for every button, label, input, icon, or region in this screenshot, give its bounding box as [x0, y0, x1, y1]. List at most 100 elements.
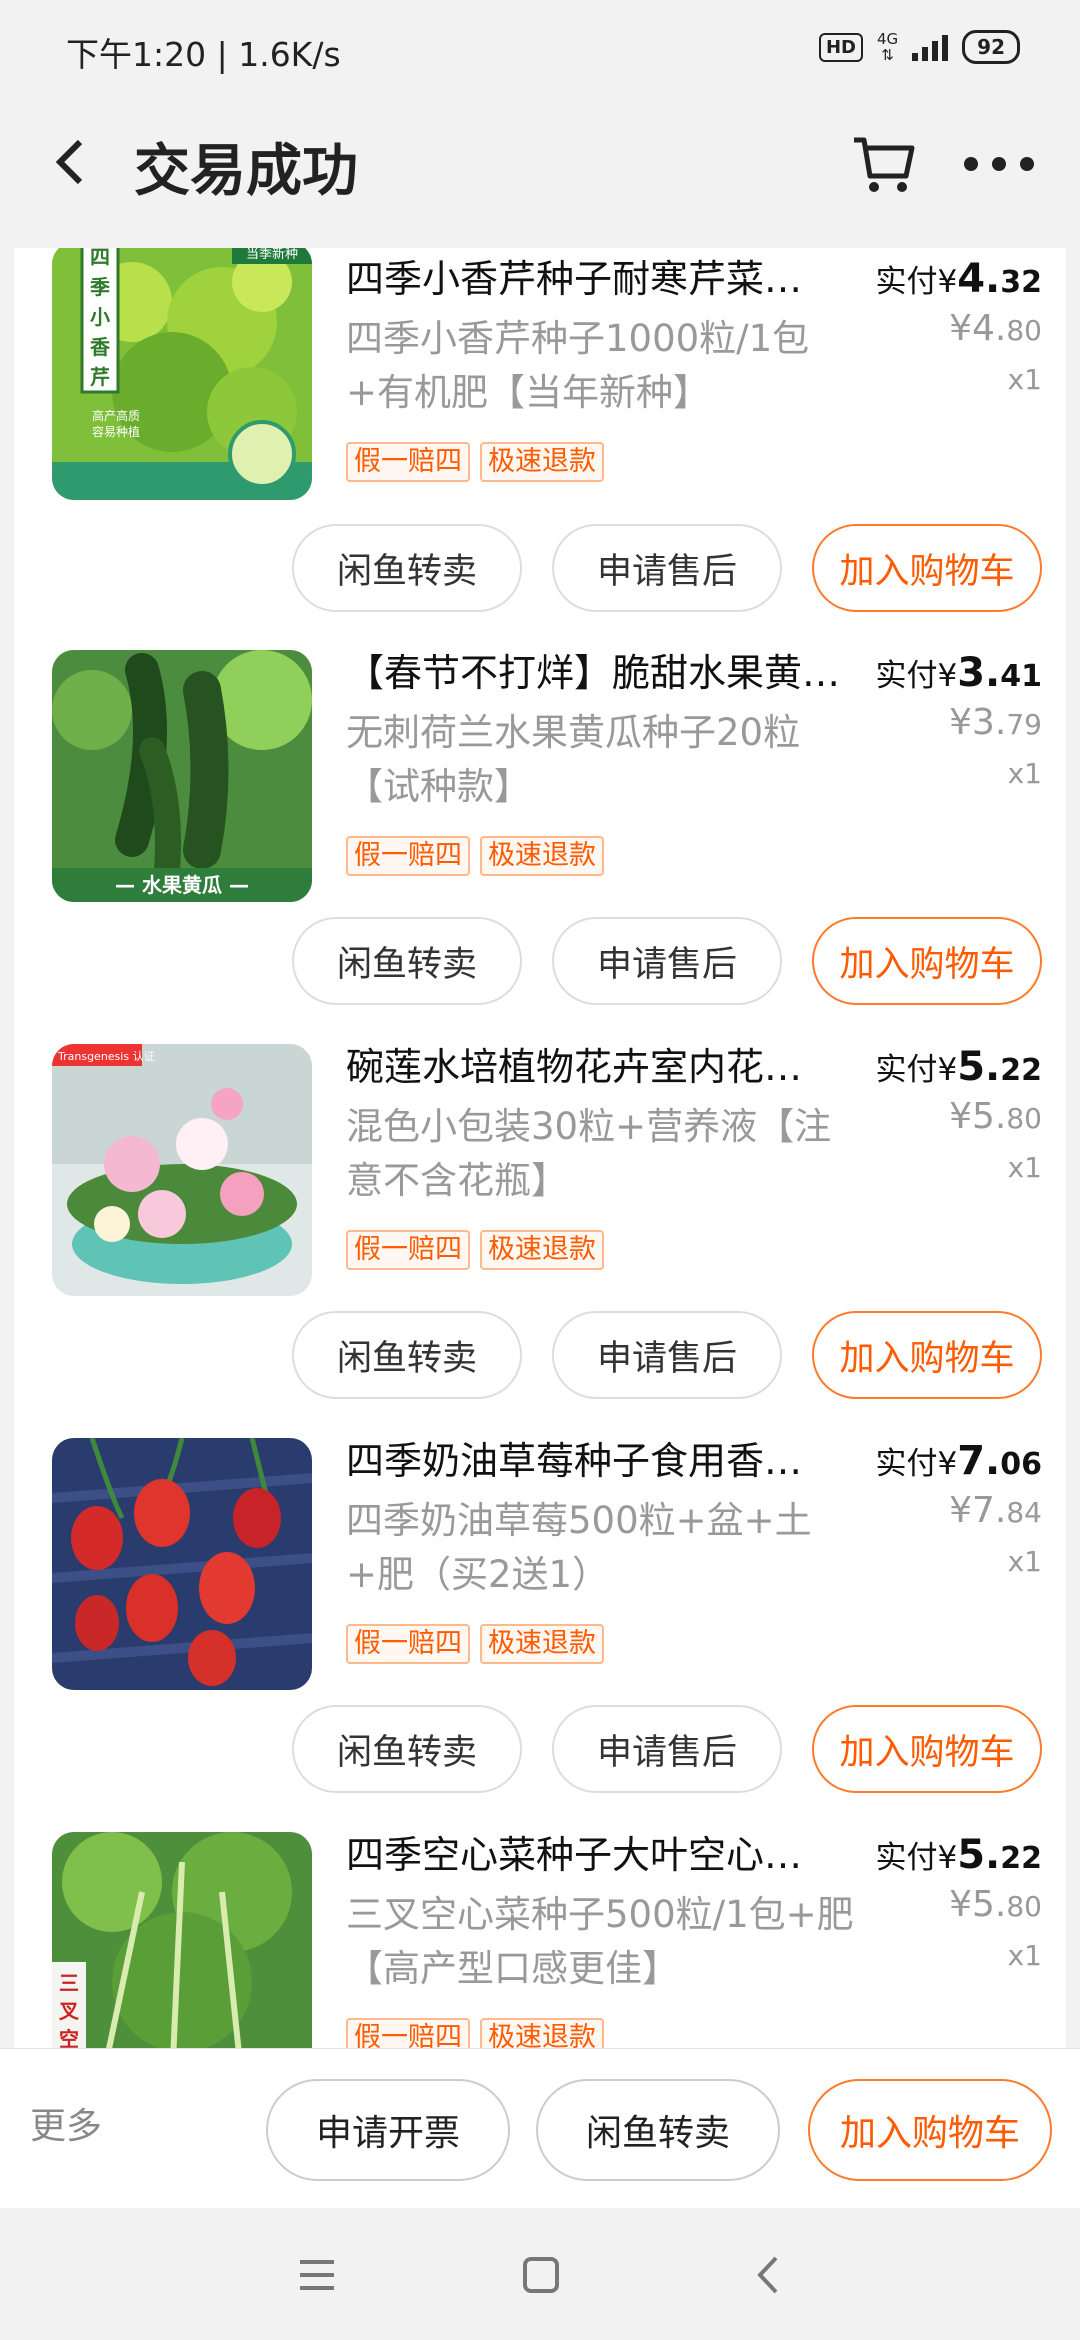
resell-button[interactable]: 闲鱼转卖 [292, 1705, 522, 1793]
network-icon: 4G ⇅ [876, 30, 899, 64]
tag-fast-refund: 极速退款 [480, 442, 604, 482]
tag-fast-refund: 极速退款 [480, 836, 604, 876]
tag-fake-compensation: 假一赔四 [346, 1230, 470, 1270]
list-item: 三 叉 空 心 四季空心菜种子大叶空心… 三叉空心菜种子500粒/1包+肥【高产… [14, 1824, 1066, 2048]
invoice-button[interactable]: 申请开票 [266, 2079, 510, 2181]
price-block: 实付¥7.06 ¥7.84 x1 [875, 1438, 1042, 1578]
tag-fake-compensation: 假一赔四 [346, 2018, 470, 2048]
svg-text:香: 香 [90, 335, 111, 359]
product-title[interactable]: 四季空心菜种子大叶空心… [346, 1828, 858, 1882]
product-title[interactable]: 【春节不打烊】脆甜水果黄… [346, 646, 858, 700]
after-sale-button[interactable]: 申请售后 [552, 917, 782, 1005]
after-sale-button[interactable]: 申请售后 [552, 524, 782, 612]
status-time: 下午1:20 | 1.6K/s [66, 35, 341, 74]
add-to-cart-button[interactable]: 加入购物车 [812, 1311, 1042, 1399]
resell-button[interactable]: 闲鱼转卖 [292, 1311, 522, 1399]
order-actions: 闲鱼转卖 申请售后 加入购物车 [292, 1311, 1042, 1399]
list-item: Transgenesis 认证 碗莲水培植物花卉室内花… 混色小包装30粒+营养… [14, 1036, 1066, 1430]
original-price: ¥5.80 [949, 1884, 1042, 1925]
product-image-strawberry[interactable] [52, 1438, 312, 1690]
paid-price: 实付¥4.32 [875, 256, 1042, 302]
tag-fake-compensation: 假一赔四 [346, 836, 470, 876]
paid-price: 实付¥5.22 [875, 1044, 1042, 1090]
status-icons: HD 4G ⇅ 92 [818, 30, 1020, 64]
paid-price: 实付¥7.06 [875, 1438, 1042, 1484]
svg-text:空: 空 [59, 2027, 79, 2048]
quantity: x1 [1007, 1939, 1042, 1972]
product-title[interactable]: 碗莲水培植物花卉室内花… [346, 1040, 858, 1094]
after-sale-button[interactable]: 申请售后 [552, 1311, 782, 1399]
status-bar: 下午1:20 | 1.6K/s HD 4G ⇅ 92 [0, 0, 1080, 96]
product-title[interactable]: 四季小香芹种子耐寒芹菜… [346, 252, 858, 306]
product-sku: 四季奶油草莓500粒+盆+土+肥（买2送1） [346, 1499, 812, 1596]
service-tags: 假一赔四 极速退款 [346, 836, 604, 876]
after-sale-button[interactable]: 申请售后 [552, 1705, 782, 1793]
service-tags: 假一赔四 极速退款 [346, 442, 604, 482]
battery-icon: 92 [962, 30, 1020, 64]
service-tags: 假一赔四 极速退款 [346, 1230, 604, 1270]
list-item: 四 季 小 香 芹 当季新种 高产高质 容易种植 四季小香芹种子耐寒芹菜… 四季… [14, 248, 1066, 642]
celery-name-text: 四 [90, 248, 110, 269]
quantity: x1 [1007, 757, 1042, 790]
resell-button[interactable]: 闲鱼转卖 [536, 2079, 780, 2181]
bottom-action-bar: 更多 申请开票 闲鱼转卖 加入购物车 [0, 2048, 1080, 2208]
svg-text:当季新种: 当季新种 [246, 248, 298, 262]
svg-text:季: 季 [89, 275, 110, 299]
product-image-water-spinach[interactable]: 三 叉 空 心 [52, 1832, 312, 2048]
list-item: 四季奶油草莓种子食用香… 四季奶油草莓500粒+盆+土+肥（买2送1） 假一赔四… [14, 1430, 1066, 1824]
system-nav-bar [0, 2210, 1080, 2340]
tag-fast-refund: 极速退款 [480, 1230, 604, 1270]
svg-text:三: 三 [59, 1971, 79, 1995]
svg-text:— 水果黄瓜 —: — 水果黄瓜 — [115, 873, 249, 897]
add-to-cart-button[interactable]: 加入购物车 [808, 2079, 1052, 2181]
svg-text:小: 小 [90, 305, 110, 329]
add-to-cart-button[interactable]: 加入购物车 [812, 1705, 1042, 1793]
quantity: x1 [1007, 363, 1042, 396]
order-list: 四 季 小 香 芹 当季新种 高产高质 容易种植 四季小香芹种子耐寒芹菜… 四季… [14, 248, 1066, 2048]
product-title[interactable]: 四季奶油草莓种子食用香… [346, 1434, 858, 1488]
product-sku: 四季小香芹种子1000粒/1包+有机肥【当年新种】 [346, 317, 810, 414]
product-image-lotus[interactable]: Transgenesis 认证 [52, 1044, 312, 1296]
price-block: 实付¥5.22 ¥5.80 x1 [875, 1044, 1042, 1184]
resell-button[interactable]: 闲鱼转卖 [292, 917, 522, 1005]
svg-text:芹: 芹 [90, 365, 110, 389]
original-price: ¥3.79 [949, 702, 1042, 743]
price-block: 实付¥4.32 ¥4.80 x1 [875, 256, 1042, 396]
price-block: 实付¥3.41 ¥3.79 x1 [875, 650, 1042, 790]
cart-icon[interactable] [852, 132, 916, 196]
price-block: 实付¥5.22 ¥5.80 x1 [875, 1832, 1042, 1972]
chevron-left-icon[interactable] [40, 132, 100, 192]
product-image-cucumber[interactable]: — 水果黄瓜 — [52, 650, 312, 902]
tag-fast-refund: 极速退款 [480, 2018, 604, 2048]
product-image-celery[interactable]: 四 季 小 香 芹 当季新种 高产高质 容易种植 [52, 248, 312, 500]
hd-icon: HD [818, 32, 863, 62]
product-sku: 三叉空心菜种子500粒/1包+肥【高产型口感更佳】 [346, 1893, 854, 1990]
original-price: ¥4.80 [949, 308, 1042, 349]
product-sku: 混色小包装30粒+营养液【注意不含花瓶】 [346, 1105, 832, 1202]
product-sku: 无刺荷兰水果黄瓜种子20粒【试种款】 [346, 711, 801, 808]
more-button[interactable]: 更多 [30, 2097, 102, 2149]
paid-price: 实付¥5.22 [875, 1832, 1042, 1878]
quantity: x1 [1007, 1545, 1042, 1578]
add-to-cart-button[interactable]: 加入购物车 [812, 524, 1042, 612]
service-tags: 假一赔四 极速退款 [346, 2018, 604, 2048]
paid-price: 实付¥3.41 [875, 650, 1042, 696]
add-to-cart-button[interactable]: 加入购物车 [812, 917, 1042, 1005]
menu-icon[interactable] [294, 2252, 340, 2298]
quantity: x1 [1007, 1151, 1042, 1184]
home-square-icon[interactable] [518, 2252, 564, 2298]
order-actions: 闲鱼转卖 申请售后 加入购物车 [292, 1705, 1042, 1793]
tag-fast-refund: 极速退款 [480, 1624, 604, 1664]
back-triangle-icon[interactable] [746, 2252, 792, 2298]
svg-text:容易种植: 容易种植 [92, 424, 140, 439]
more-dots-icon[interactable] [964, 132, 1034, 196]
service-tags: 假一赔四 极速退款 [346, 1624, 604, 1664]
svg-text:叉: 叉 [58, 1999, 80, 2023]
list-item: — 水果黄瓜 — 【春节不打烊】脆甜水果黄… 无刺荷兰水果黄瓜种子20粒【试种款… [14, 642, 1066, 1036]
order-actions: 闲鱼转卖 申请售后 加入购物车 [292, 524, 1042, 612]
tag-fake-compensation: 假一赔四 [346, 1624, 470, 1664]
original-price: ¥7.84 [949, 1490, 1042, 1531]
page-title: 交易成功 [134, 139, 358, 204]
resell-button[interactable]: 闲鱼转卖 [292, 524, 522, 612]
tag-fake-compensation: 假一赔四 [346, 442, 470, 482]
